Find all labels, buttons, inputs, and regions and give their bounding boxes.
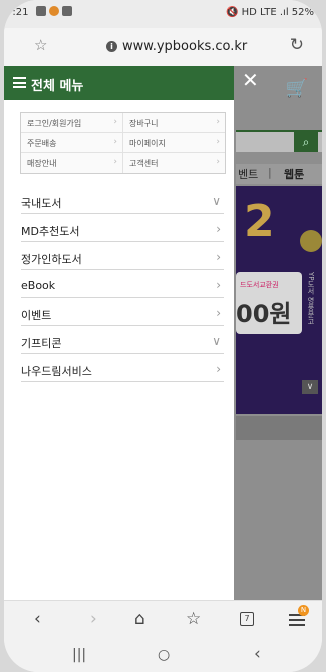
- quick-link-label: 로그인/회원가입: [27, 119, 82, 128]
- home-icon[interactable]: ⌂: [134, 609, 145, 629]
- quick-links: 로그인/회원가입 › 장바구니 › 주문배송 › 마이페이지 › 매장안내 › …: [20, 112, 226, 174]
- quick-link-label: 장바구니: [129, 119, 159, 128]
- chevron-right-icon: ›: [216, 278, 221, 292]
- page-tabs: 벤트 | 웹툰: [236, 164, 322, 184]
- tab-webtoon[interactable]: 웹툰: [284, 166, 304, 182]
- hamburger-icon: [13, 77, 26, 88]
- coupon-card: 드도서교환권 00원: [236, 272, 302, 334]
- menu-item-label: MD추천도서: [21, 225, 80, 238]
- notification-badge: N: [298, 605, 309, 616]
- menu-item-label: 국내도서: [21, 197, 62, 210]
- page-strip: [236, 416, 322, 440]
- menu-item-label: 정가인하도서: [21, 253, 82, 266]
- browser-bottom-nav: ‹ › ⌂ ☆ 7 N: [4, 600, 322, 640]
- drawer-header: 전체 메뉴: [4, 66, 234, 100]
- quick-link-cart[interactable]: 장바구니 ›: [123, 113, 225, 133]
- star-icon[interactable]: ☆: [34, 36, 47, 54]
- menu-item-label: eBook: [21, 279, 56, 292]
- menu-item-events[interactable]: 이벤트 ›: [21, 302, 224, 326]
- search-icon[interactable]: ⌕: [294, 132, 318, 152]
- banner-number: 2: [244, 196, 275, 247]
- chevron-right-icon: ›: [113, 157, 117, 167]
- coupon-text: 드도서교환권: [240, 281, 279, 289]
- side-drawer: 전체 메뉴 로그인/회원가입 › 장바구니 › 주문배송 › 마이페이지 › 매…: [4, 66, 234, 600]
- search-box[interactable]: ⌕: [236, 130, 322, 152]
- menu-item-gifticon[interactable]: 기프티콘 ∨: [21, 330, 224, 354]
- chevron-right-icon: ›: [216, 362, 221, 376]
- quick-link-login[interactable]: 로그인/회원가입 ›: [21, 113, 123, 133]
- status-bar: 7:21 🔇 HD LTE .ıl 52%: [4, 0, 322, 28]
- promo-banner[interactable]: 2 드도서교환권 00원 YP도서 영풍문고 ∨: [236, 186, 322, 414]
- chevron-right-icon: ›: [216, 306, 221, 320]
- quick-link-mypage[interactable]: 마이페이지 ›: [123, 133, 225, 153]
- gallery-icon: [36, 6, 46, 16]
- menu-item-md-picks[interactable]: MD추천도서 ›: [21, 218, 224, 242]
- reload-icon[interactable]: ↻: [290, 35, 304, 55]
- chat-icon: [62, 6, 72, 16]
- quick-link-orders[interactable]: 주문배송 ›: [21, 133, 123, 153]
- chevron-right-icon: ›: [113, 117, 117, 127]
- chevron-down-icon[interactable]: ∨: [302, 380, 318, 394]
- quick-link-label: 주문배송: [27, 139, 57, 148]
- info-icon[interactable]: i: [106, 41, 117, 52]
- tabs-icon[interactable]: 7: [240, 612, 254, 626]
- recents-icon[interactable]: |||: [72, 647, 86, 663]
- address-bar: ☆ i www.ypbooks.co.kr ↻: [4, 28, 322, 66]
- quick-link-support[interactable]: 고객센터 ›: [123, 153, 225, 173]
- quick-link-stores[interactable]: 매장안내 ›: [21, 153, 123, 173]
- banner-character: [300, 230, 322, 252]
- chevron-right-icon: ›: [216, 250, 221, 264]
- chevron-right-icon: ›: [216, 137, 220, 147]
- tab-event[interactable]: 벤트: [238, 166, 258, 182]
- system-back-icon[interactable]: ‹: [254, 644, 261, 664]
- menu-item-label: 기프티콘: [21, 337, 62, 350]
- notification-icons: [36, 6, 72, 16]
- system-home-icon[interactable]: ○: [158, 647, 170, 663]
- coupon-value: 00원: [236, 300, 292, 328]
- menu-item-discount-books[interactable]: 정가인하도서 ›: [21, 246, 224, 270]
- menu-item-domestic-books[interactable]: 국내도서 ∨: [21, 190, 224, 214]
- chevron-down-icon: ∨: [212, 334, 221, 348]
- system-nav-bar: ||| ○ ‹: [4, 640, 322, 672]
- quick-link-label: 고객센터: [129, 159, 159, 168]
- tab-separator: |: [268, 166, 272, 179]
- drawer-title: 전체 메뉴: [31, 79, 84, 94]
- quick-link-label: 매장안내: [27, 159, 57, 168]
- app-notification-icon: [49, 6, 59, 16]
- phone-screen: 7:21 🔇 HD LTE .ıl 52% ☆ i www.ypbooks.co…: [4, 0, 322, 672]
- chevron-right-icon: ›: [216, 117, 220, 127]
- url-text[interactable]: www.ypbooks.co.kr: [122, 39, 247, 54]
- menu-item-label: 나우드림서비스: [21, 365, 92, 378]
- chevron-right-icon: ›: [216, 222, 221, 236]
- close-icon[interactable]: ✕: [242, 68, 259, 92]
- cart-icon[interactable]: 🛒: [286, 78, 308, 99]
- chevron-down-icon: ∨: [212, 194, 221, 208]
- chevron-right-icon: ›: [113, 137, 117, 147]
- back-icon[interactable]: ‹: [34, 609, 41, 629]
- bookmarks-icon[interactable]: ☆: [186, 609, 201, 629]
- menu-item-label: 이벤트: [21, 309, 52, 322]
- menu-item-ebook[interactable]: eBook ›: [21, 274, 224, 298]
- forward-icon[interactable]: ›: [90, 609, 97, 629]
- banner-side-text: YP도서 영풍문고: [307, 272, 315, 325]
- menu-item-nowdream-service[interactable]: 나우드림서비스 ›: [21, 358, 224, 382]
- status-right: 🔇 HD LTE .ıl 52%: [226, 7, 314, 18]
- quick-link-label: 마이페이지: [129, 139, 166, 148]
- chevron-right-icon: ›: [216, 157, 220, 167]
- status-time: 7:21: [6, 7, 29, 18]
